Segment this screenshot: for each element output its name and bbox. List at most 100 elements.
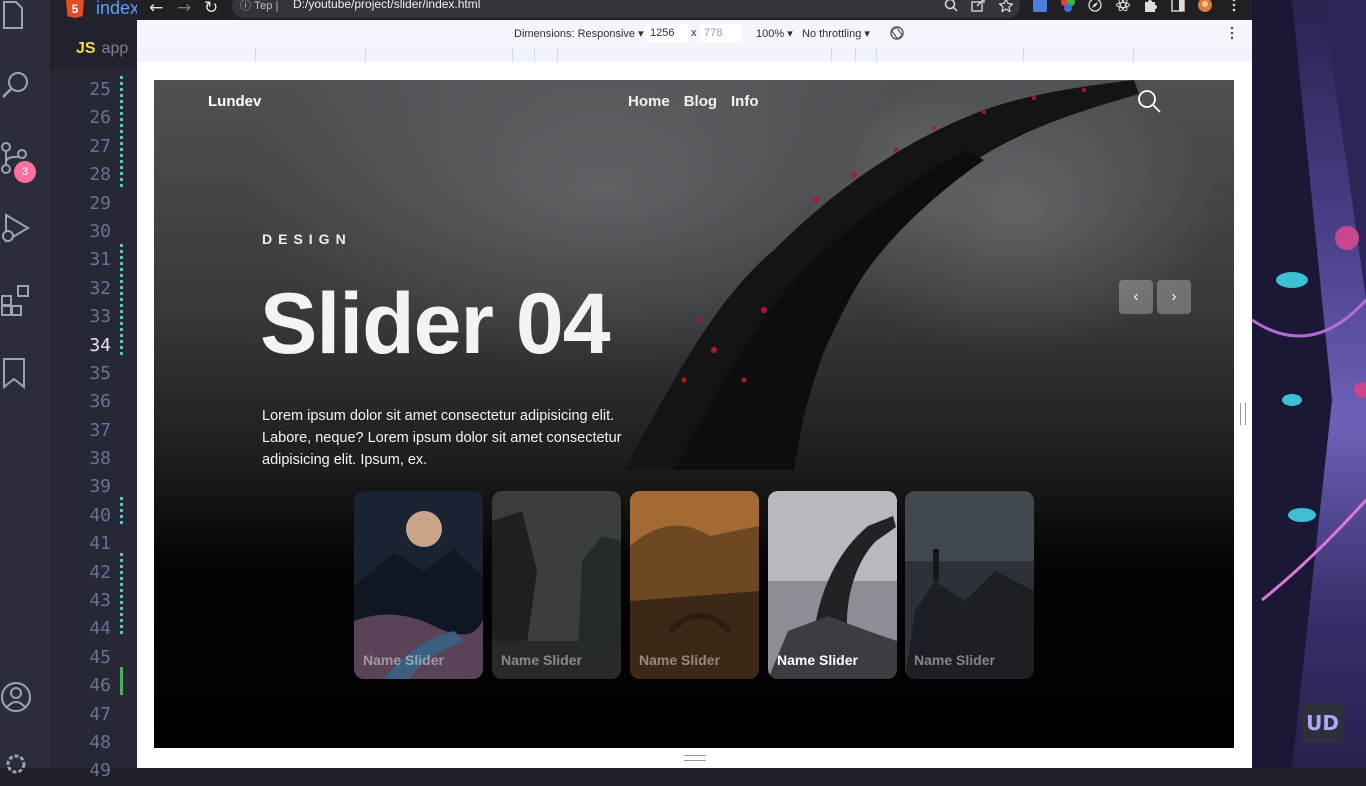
extensions-icon[interactable]: [0, 284, 32, 316]
rotate-icon[interactable]: [889, 25, 905, 41]
line-number: 40: [89, 504, 111, 526]
thumbnail-statue-landscape: [905, 491, 1034, 679]
compass-extension-icon[interactable]: [1088, 0, 1102, 12]
line-number: 44: [89, 618, 111, 640]
viewport-height-input[interactable]: 778: [700, 24, 742, 42]
slider-page: Lundev Home Blog Info DESIGN Slider 04 L…: [154, 80, 1234, 748]
thumbnail-label: Name Slider: [777, 652, 858, 668]
line-number: 39: [89, 476, 111, 498]
thumbnail-1[interactable]: Name Slider: [354, 491, 483, 679]
line-number: 34: [89, 334, 111, 356]
line-number: 42: [89, 561, 111, 583]
translate-extension-icon[interactable]: [1033, 0, 1047, 12]
bookmark-icon[interactable]: [0, 357, 32, 390]
zoom-icon[interactable]: [944, 0, 958, 12]
thumbnail-creature: [768, 491, 897, 679]
file-tab-app[interactable]: JS app: [76, 40, 128, 58]
line-number: 46: [89, 675, 111, 697]
media-query-ruler: [137, 47, 1252, 63]
thumbnail-label: Name Slider: [639, 652, 720, 668]
extensions-puzzle-icon[interactable]: [1143, 0, 1157, 12]
thumbnail-label: Name Slider: [501, 652, 582, 668]
site-info-label: Тер: [254, 0, 273, 12]
site-logo[interactable]: Lundev: [208, 93, 261, 110]
thumbnail-label: Name Slider: [914, 652, 995, 668]
line-number: 37: [89, 419, 111, 441]
resize-handle-right[interactable]: [1240, 403, 1246, 425]
profile-avatar[interactable]: [1198, 0, 1212, 12]
site-info[interactable]: ⓘ Тер |: [240, 0, 278, 13]
share-icon[interactable]: [971, 0, 985, 12]
git-modified-marker: [120, 553, 123, 637]
line-number: 29: [89, 192, 111, 214]
more-options-icon[interactable]: [1227, 26, 1237, 40]
back-icon[interactable]: ←: [149, 0, 163, 18]
line-number: 41: [89, 533, 111, 555]
line-number: 43: [89, 590, 111, 612]
activity-bar: 3: [0, 0, 50, 774]
nav-info[interactable]: Info: [731, 93, 759, 110]
channel-watermark-logo: UD: [1302, 703, 1343, 743]
line-number: 28: [89, 164, 111, 186]
line-number: 27: [89, 135, 111, 157]
explorer-icon[interactable]: [0, 0, 32, 32]
line-number: 33: [89, 306, 111, 328]
dimension-separator: x: [691, 27, 697, 39]
git-modified-marker: [120, 244, 123, 356]
thumbnail-3[interactable]: Name Slider: [630, 491, 759, 679]
source-control-badge: 3: [14, 161, 36, 183]
line-number: 31: [89, 249, 111, 271]
slide-description: Lorem ipsum dolor sit amet consectetur a…: [262, 408, 622, 468]
js-file-icon: JS: [76, 40, 96, 57]
nav-home[interactable]: Home: [628, 93, 670, 110]
account-icon[interactable]: [0, 681, 32, 713]
file-tab-app-label: app: [101, 40, 129, 57]
side-panel-icon[interactable]: [1171, 0, 1185, 12]
color-picker-extension-icon[interactable]: [1061, 0, 1075, 12]
react-devtools-icon[interactable]: [1116, 0, 1130, 12]
forward-icon[interactable]: →: [177, 0, 191, 18]
line-number: 26: [89, 107, 111, 129]
line-number-gutter: 25 26 27 28 29 30 31 32 33 34 35 36 37 38 39 40 41 42 43 44…: [50, 76, 115, 786]
throttling-dropdown[interactable]: No throttling ▾: [802, 27, 870, 40]
search-icon[interactable]: [1136, 88, 1162, 114]
html5-icon: 5: [66, 0, 84, 18]
thumbnail-moon-landscape: [354, 491, 483, 679]
prev-slide-button[interactable]: ‹: [1119, 280, 1153, 314]
wallpaper-art: [1252, 0, 1366, 768]
git-modified-marker: [120, 76, 123, 188]
slide-title: Slider 04: [260, 276, 611, 372]
slide-eyebrow: DESIGN: [262, 231, 352, 247]
dimensions-dropdown[interactable]: Dimensions: Responsive ▾: [514, 27, 644, 40]
settings-gear-icon[interactable]: [0, 748, 32, 780]
file-tab-index[interactable]: index: [96, 0, 139, 19]
line-number: 30: [89, 220, 111, 242]
line-number: 38: [89, 448, 111, 470]
thumbnail-5[interactable]: Name Slider: [905, 491, 1034, 679]
dimensions-label: Dimensions: Responsive: [514, 28, 636, 40]
line-number: 45: [89, 646, 111, 668]
address-text[interactable]: D:/youtube/project/slider/index.html: [293, 0, 480, 11]
git-added-marker: [120, 667, 123, 695]
line-number: 48: [89, 731, 111, 753]
thumbnail-2[interactable]: Name Slider: [492, 491, 621, 679]
run-debug-icon[interactable]: [0, 212, 32, 244]
reload-icon[interactable]: ↻: [204, 0, 218, 18]
thumbnail-label: Name Slider: [363, 652, 444, 668]
line-number: 25: [89, 79, 111, 100]
search-icon[interactable]: [0, 68, 32, 100]
thumbnail-cliff-landscape: [492, 491, 621, 679]
desktop-wallpaper: [1252, 0, 1366, 768]
next-slide-button[interactable]: ›: [1157, 280, 1191, 314]
browser-menu-icon[interactable]: [1227, 0, 1241, 12]
throttling-label: No throttling: [802, 28, 862, 40]
thumbnail-4-active[interactable]: Name Slider: [768, 491, 897, 679]
viewport-width-input[interactable]: 1256: [646, 24, 688, 42]
zoom-dropdown[interactable]: 100% ▾: [756, 27, 793, 40]
bookmark-star-icon[interactable]: [999, 0, 1013, 12]
device-toolbar: Dimensions: Responsive ▾ 1256 x 778 100%…: [137, 20, 1252, 48]
line-number: 32: [89, 277, 111, 299]
git-modified-marker: [120, 497, 123, 525]
nav-blog[interactable]: Blog: [684, 93, 717, 110]
resize-handle-bottom[interactable]: [684, 755, 706, 761]
